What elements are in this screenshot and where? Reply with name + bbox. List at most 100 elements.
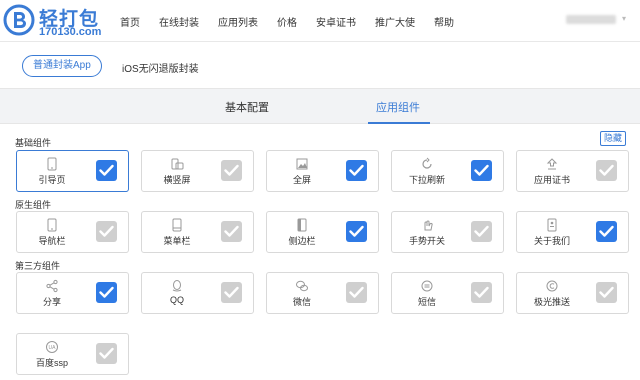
component-label: 百度ssp bbox=[35, 358, 68, 368]
nav-pricing[interactable]: 价格 bbox=[277, 14, 297, 29]
component-label: 短信 bbox=[417, 297, 436, 307]
component-card-0-4[interactable]: 应用证书 bbox=[516, 150, 629, 192]
nav-help[interactable]: 帮助 bbox=[434, 14, 454, 29]
checkmark-icon bbox=[99, 164, 114, 176]
section-label-third-party: 第三方组件 bbox=[15, 261, 61, 271]
tab-basic-config[interactable]: 基本配置 bbox=[225, 99, 269, 115]
checkmark-icon bbox=[474, 164, 489, 176]
nav-home[interactable]: 首页 bbox=[120, 14, 140, 29]
checkmark-icon bbox=[599, 164, 614, 176]
component-card-2-2[interactable]: 微信 bbox=[266, 272, 379, 314]
main-nav: 首页 在线封装 应用列表 价格 安卓证书 推广大使 帮助 bbox=[120, 14, 473, 29]
component-checkbox[interactable] bbox=[471, 160, 492, 181]
checkmark-icon bbox=[99, 225, 114, 237]
top-navigation-bar: 轻打包 170130.com 首页 在线封装 应用列表 价格 安卓证书 推广大使… bbox=[0, 0, 640, 42]
component-card-1-0[interactable]: 导航栏 bbox=[16, 211, 129, 253]
copyright-icon bbox=[546, 280, 558, 292]
component-label: 下拉刷新 bbox=[408, 175, 445, 185]
component-card-1-2[interactable]: 侧边栏 bbox=[266, 211, 379, 253]
component-label: 分享 bbox=[42, 297, 61, 307]
sms-icon bbox=[421, 280, 433, 292]
component-checkbox[interactable] bbox=[346, 160, 367, 181]
component-label: 引导页 bbox=[38, 175, 66, 185]
component-label: 菜单栏 bbox=[163, 236, 191, 246]
phone-icon bbox=[47, 157, 57, 171]
component-checkbox[interactable] bbox=[96, 160, 117, 181]
component-label: 全屏 bbox=[292, 175, 311, 185]
component-card-0-2[interactable]: 全屏 bbox=[266, 150, 379, 192]
component-checkbox[interactable] bbox=[221, 221, 242, 242]
hide-button[interactable]: 隐藏 bbox=[600, 131, 626, 146]
component-card-2-3[interactable]: 短信 bbox=[391, 272, 504, 314]
checkmark-icon bbox=[224, 164, 239, 176]
component-card-2-0[interactable]: 分享 bbox=[16, 272, 129, 314]
component-card-1-4[interactable]: 关于我们 bbox=[516, 211, 629, 253]
component-checkbox[interactable] bbox=[221, 160, 242, 181]
checkmark-icon bbox=[224, 286, 239, 298]
config-tabs: 基本配置 应用组件 bbox=[0, 88, 640, 124]
wechat-icon bbox=[296, 280, 308, 292]
component-label: QQ bbox=[169, 295, 184, 305]
component-card-0-0[interactable]: 引导页 bbox=[16, 150, 129, 192]
component-card-0-3[interactable]: 下拉刷新 bbox=[391, 150, 504, 192]
svg-text:UA: UA bbox=[49, 345, 57, 351]
checkmark-icon bbox=[349, 164, 364, 176]
nav-online-package[interactable]: 在线封装 bbox=[159, 14, 199, 29]
component-label: 手势开关 bbox=[408, 236, 445, 246]
component-card-0-1[interactable]: 横竖屏 bbox=[141, 150, 254, 192]
component-checkbox[interactable] bbox=[471, 282, 492, 303]
component-checkbox[interactable] bbox=[221, 282, 242, 303]
checkmark-icon bbox=[599, 286, 614, 298]
rotate-icon bbox=[171, 158, 184, 170]
component-label: 关于我们 bbox=[533, 236, 570, 246]
component-card-1-3[interactable]: 手势开关 bbox=[391, 211, 504, 253]
component-checkbox[interactable] bbox=[596, 221, 617, 242]
qq-icon bbox=[172, 280, 182, 292]
component-card-2-4[interactable]: 极光推送 bbox=[516, 272, 629, 314]
upload-icon bbox=[546, 158, 558, 170]
logo-url: 170130.com bbox=[39, 26, 102, 38]
phone-icon bbox=[47, 218, 57, 232]
component-label: 横竖屏 bbox=[163, 175, 191, 185]
share-icon bbox=[46, 279, 58, 293]
component-label: 微信 bbox=[292, 297, 311, 307]
component-checkbox[interactable] bbox=[96, 221, 117, 242]
logo-icon bbox=[3, 4, 35, 36]
package-mode-bar: 普通封装App iOS无闪退版封装 bbox=[0, 43, 640, 88]
checkmark-icon bbox=[99, 347, 114, 359]
sidebar-icon bbox=[297, 218, 307, 232]
mode-ios-button[interactable]: iOS无闪退版封装 bbox=[122, 60, 199, 75]
component-checkbox[interactable] bbox=[346, 221, 367, 242]
tab-app-components[interactable]: 应用组件 bbox=[376, 99, 420, 115]
component-checkbox[interactable] bbox=[596, 160, 617, 181]
nav-affiliate[interactable]: 推广大使 bbox=[375, 14, 415, 29]
component-card-2-5[interactable]: UA 百度ssp bbox=[16, 333, 129, 375]
logo[interactable]: 轻打包 170130.com bbox=[3, 3, 103, 39]
component-checkbox[interactable] bbox=[96, 343, 117, 364]
image-icon bbox=[296, 158, 308, 170]
refresh-icon bbox=[422, 157, 432, 169]
chevron-down-icon[interactable]: ▾ bbox=[622, 14, 632, 24]
checkmark-icon bbox=[474, 225, 489, 237]
checkmark-icon bbox=[349, 286, 364, 298]
component-card-2-1[interactable]: QQ bbox=[141, 272, 254, 314]
checkmark-icon bbox=[474, 286, 489, 298]
checkmark-icon bbox=[224, 225, 239, 237]
active-tab-indicator bbox=[368, 122, 430, 124]
user-account-blurred[interactable] bbox=[566, 15, 616, 24]
mode-standard-button[interactable]: 普通封装App bbox=[22, 55, 102, 77]
component-card-1-1[interactable]: 菜单栏 bbox=[141, 211, 254, 253]
component-label: 极光推送 bbox=[533, 297, 570, 307]
component-checkbox[interactable] bbox=[471, 221, 492, 242]
nav-app-list[interactable]: 应用列表 bbox=[218, 14, 258, 29]
section-label-native: 原生组件 bbox=[15, 200, 52, 210]
component-checkbox[interactable] bbox=[346, 282, 367, 303]
component-checkbox[interactable] bbox=[596, 282, 617, 303]
hand-icon bbox=[424, 220, 433, 231]
component-label: 应用证书 bbox=[533, 175, 570, 185]
component-checkbox[interactable] bbox=[96, 282, 117, 303]
checkmark-icon bbox=[599, 225, 614, 237]
ua-icon: UA bbox=[46, 341, 58, 353]
checkmark-icon bbox=[99, 286, 114, 298]
nav-android-cert[interactable]: 安卓证书 bbox=[316, 14, 356, 29]
